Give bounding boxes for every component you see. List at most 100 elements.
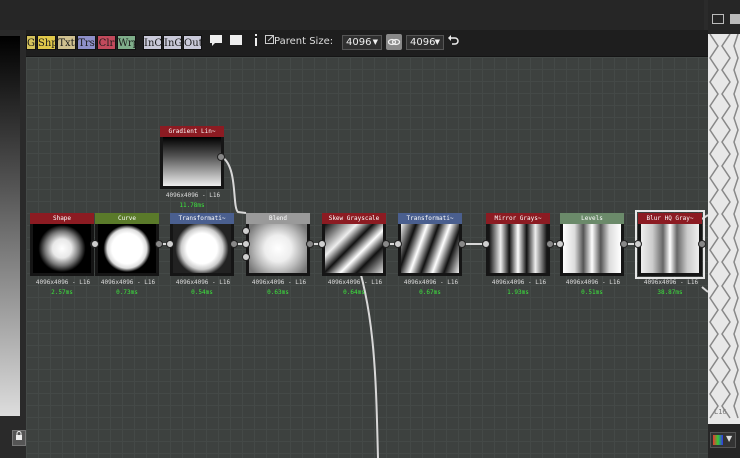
node-title: Transformati~ <box>170 213 234 224</box>
input-port[interactable] <box>91 240 99 248</box>
pin-icon[interactable] <box>248 34 264 50</box>
input-port[interactable] <box>482 240 490 248</box>
node-resolution: 4096x4096 - L16 <box>165 192 221 199</box>
graph-toolbar: G Shp Txt Trs Clr Wrp InC InG Out Parent… <box>26 30 708 57</box>
link-size-button[interactable] <box>386 34 402 50</box>
output-port[interactable] <box>155 240 163 248</box>
node-resolution: 4096x4096 - L16 <box>251 279 307 286</box>
node-thumbnail <box>246 224 310 276</box>
node-resolution: 4096x4096 - L16 <box>491 279 547 286</box>
chevron-down-icon: ▼ <box>726 434 733 443</box>
output-port[interactable] <box>230 240 238 248</box>
graph-node[interactable]: Shape 4096x4096 - L16 2.57ms <box>30 213 98 296</box>
preview-format-label: L16 <box>714 408 727 416</box>
node-title: Shape <box>30 213 94 224</box>
node-thumbnail <box>95 224 159 276</box>
panel-icon[interactable] <box>730 14 740 24</box>
node-resolution: 4096x4096 - L16 <box>100 279 156 286</box>
graph-node[interactable]: Blur HQ Gray~ 4096x4096 - L16 38.87ms <box>634 210 706 296</box>
open-external-icon[interactable] <box>264 34 274 50</box>
filter-output-button[interactable]: Out <box>183 35 203 50</box>
node-compute-time: 11.78ms <box>179 202 205 209</box>
graph-node[interactable]: Mirror Grays~ 4096x4096 - L16 1.93ms <box>482 213 554 296</box>
node-compute-time: 38.87ms <box>657 289 683 296</box>
node-compute-time: 0.73ms <box>116 289 138 296</box>
graph-node[interactable]: Levels 4096x4096 - L16 0.51ms <box>556 213 628 296</box>
panel-icon[interactable] <box>712 14 724 24</box>
graph-node[interactable]: Blend 4096x4096 - L16 0.63ms <box>242 213 314 296</box>
output-port[interactable] <box>458 240 466 248</box>
node-compute-time: 0.54ms <box>191 289 213 296</box>
node-title: Skew Grayscale <box>322 213 386 224</box>
filter-warp-button[interactable]: Wrp <box>117 35 139 50</box>
node-title: Curve <box>95 213 159 224</box>
node-title: Blur HQ Gray~ <box>638 213 702 224</box>
lock-icon[interactable] <box>12 430 26 446</box>
filter-input-gray-button[interactable]: InG <box>163 35 182 50</box>
filter-color-button[interactable]: Clr <box>97 35 116 50</box>
linked-size-dropdown[interactable]: 4096 ▼ <box>406 35 444 50</box>
braid-preview-image <box>708 33 740 424</box>
input-port[interactable] <box>242 253 250 261</box>
left-preview-image <box>0 36 20 416</box>
node-thumbnail <box>560 224 624 276</box>
channel-picker[interactable]: ▼ <box>710 432 736 448</box>
wire <box>350 243 379 458</box>
output-port[interactable] <box>546 240 554 248</box>
node-title: Blend <box>246 213 310 224</box>
node-title: Gradient Lin~ <box>160 126 224 137</box>
node-title: Transformati~ <box>398 213 462 224</box>
node-compute-time: 1.93ms <box>507 289 529 296</box>
comment-icon[interactable] <box>208 34 224 50</box>
output-port[interactable] <box>306 240 314 248</box>
input-port[interactable] <box>556 240 564 248</box>
node-resolution: 4096x4096 - L16 <box>643 279 699 286</box>
undo-icon[interactable] <box>445 34 461 50</box>
node-resolution: 4096x4096 - L16 <box>565 279 621 286</box>
node-resolution: 4096x4096 - L16 <box>175 279 231 286</box>
link-icon <box>387 38 401 46</box>
node-resolution: 4096x4096 - L16 <box>327 279 383 286</box>
node-thumbnail <box>170 224 234 276</box>
node-thumbnail <box>638 224 702 276</box>
chevron-down-icon: ▼ <box>434 38 440 46</box>
parent-size-dropdown[interactable]: 4096 ▼ <box>342 35 382 50</box>
graph-node[interactable]: Curve 4096x4096 - L16 0.73ms <box>91 213 163 296</box>
rgb-icon <box>713 435 723 445</box>
parent-size-value: 4096 <box>346 37 372 48</box>
node-resolution: 4096x4096 - L16 <box>35 279 91 286</box>
input-port[interactable] <box>634 240 642 248</box>
filter-text-button[interactable]: Txt <box>57 35 76 50</box>
wire <box>221 156 247 214</box>
input-port[interactable] <box>242 227 250 235</box>
node-thumbnail <box>322 224 386 276</box>
node-compute-time: 2.57ms <box>51 289 73 296</box>
output-port[interactable] <box>382 240 390 248</box>
filter-input-color-button[interactable]: InC <box>143 35 162 50</box>
graph-node[interactable]: Transformati~ 4096x4096 - L16 0.54ms <box>166 213 238 296</box>
linked-size-value: 4096 <box>410 37 436 48</box>
node-thumbnail <box>486 224 550 276</box>
node-thumbnail <box>160 137 224 189</box>
node-compute-time: 0.51ms <box>581 289 603 296</box>
filter-g-button[interactable]: G <box>26 35 36 50</box>
input-port[interactable] <box>166 240 174 248</box>
node-title: Levels <box>560 213 624 224</box>
input-port[interactable] <box>394 240 402 248</box>
window-top-bar <box>0 0 704 30</box>
node-resolution: 4096x4096 - L16 <box>403 279 459 286</box>
filter-transform-button[interactable]: Trs <box>77 35 96 50</box>
input-port[interactable] <box>242 240 250 248</box>
frame-icon[interactable] <box>228 34 244 50</box>
output-port[interactable] <box>698 240 706 248</box>
output-port[interactable] <box>217 153 225 161</box>
graph-node[interactable]: Gradient Lin~ 4096x4096 - L16 11.78ms <box>160 126 225 209</box>
node-thumbnail <box>398 224 462 276</box>
node-compute-time: 0.64ms <box>343 289 365 296</box>
output-port[interactable] <box>620 240 628 248</box>
filter-shape-button[interactable]: Shp <box>37 35 58 50</box>
input-port[interactable] <box>318 240 326 248</box>
graph-node[interactable]: Skew Grayscale 4096x4096 - L16 0.64ms <box>318 213 390 296</box>
node-title: Mirror Grays~ <box>486 213 550 224</box>
graph-node[interactable]: Transformati~ 4096x4096 - L16 0.67ms <box>394 213 466 296</box>
